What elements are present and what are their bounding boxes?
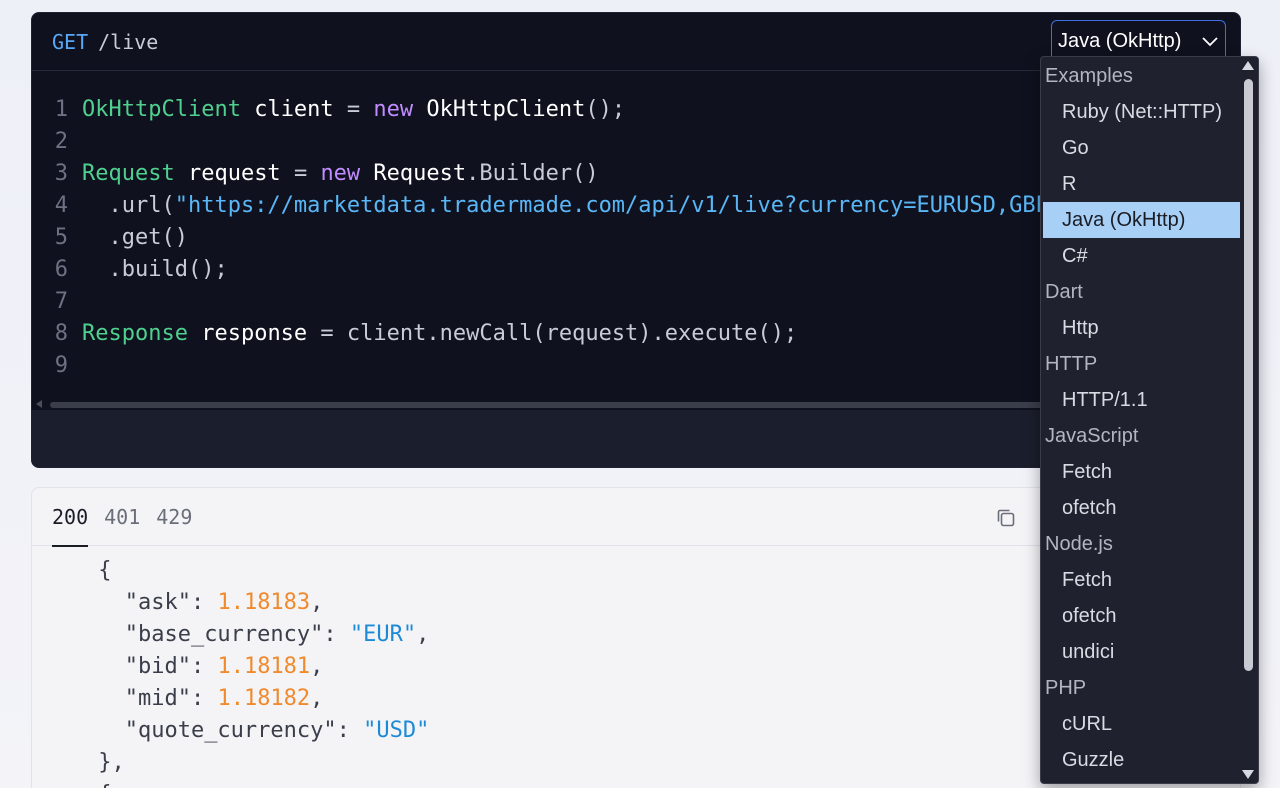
option-ofetch[interactable]: ofetch xyxy=(1041,598,1240,634)
code-token: = xyxy=(346,96,374,122)
option-group-examples: Examples xyxy=(1045,65,1133,87)
option-guzzle[interactable]: Guzzle xyxy=(1041,742,1240,778)
code-token: .Builder() xyxy=(466,160,599,186)
json-token: 1.18183 xyxy=(217,589,311,615)
json-token: "EUR" xyxy=(349,621,417,647)
line-number: 4 xyxy=(54,192,68,218)
json-token: : xyxy=(323,621,350,647)
option-group-http: HTTP xyxy=(1045,353,1098,375)
copy-icon[interactable] xyxy=(994,506,1018,530)
json-token: : xyxy=(190,653,218,679)
scroll-left-icon[interactable] xyxy=(36,400,42,408)
option-ofetch[interactable]: ofetch xyxy=(1041,490,1240,526)
http-method: GET xyxy=(52,29,89,54)
json-token: "mid" xyxy=(124,685,191,711)
line-number: 2 xyxy=(54,128,68,154)
line-number: 5 xyxy=(54,224,68,250)
language-select-value: Java (OkHttp) xyxy=(1058,29,1182,52)
json-token: "USD" xyxy=(363,717,430,743)
option-fetch[interactable]: Fetch xyxy=(1041,454,1240,490)
option-r[interactable]: R xyxy=(1041,166,1240,202)
scroll-up-icon[interactable] xyxy=(1242,61,1254,70)
line-number: 9 xyxy=(54,352,68,378)
json-token: { xyxy=(98,782,111,788)
code-token: .build(); xyxy=(82,256,228,282)
code-token: new xyxy=(373,96,414,122)
code-token: OkHttpClient xyxy=(82,96,241,122)
json-token: : xyxy=(190,685,218,711)
language-dropdown-list[interactable]: ExamplesRuby (Net::HTTP) Go R Java (OkHttp)… xyxy=(1040,56,1259,784)
line-number: 1 xyxy=(54,96,68,122)
horizontal-scrollbar[interactable] xyxy=(36,399,1056,409)
json-token: , xyxy=(310,653,324,679)
option-undici[interactable]: undici xyxy=(1041,634,1240,670)
option-go[interactable]: Go xyxy=(1041,130,1240,166)
line-number: 8 xyxy=(54,320,68,346)
line-number: 3 xyxy=(54,160,68,186)
option-http-1-1[interactable]: HTTP/1.1 xyxy=(1041,382,1240,418)
json-token: "base_currency" xyxy=(124,621,324,647)
vertical-scrollbar-thumb[interactable] xyxy=(1244,79,1253,671)
tab-status-401[interactable]: 401 xyxy=(104,488,140,546)
code-token: (); xyxy=(585,96,626,122)
chevron-down-icon xyxy=(1202,37,1218,47)
option-group-php: PHP xyxy=(1045,677,1087,699)
json-token: { xyxy=(98,557,112,583)
json-token: "ask" xyxy=(124,589,191,615)
code-token: Request xyxy=(360,160,467,186)
json-token: }, xyxy=(98,749,125,775)
json-token: "quote_currency" xyxy=(124,717,337,743)
code-token: client xyxy=(240,96,347,122)
json-token: 1.18182 xyxy=(217,685,311,711)
option-java-okhttp[interactable]: Java (OkHttp) xyxy=(1043,202,1240,238)
option-group-node-js: Node.js xyxy=(1045,533,1113,555)
json-token: , xyxy=(310,685,324,711)
language-options: ExamplesRuby (Net::HTTP) Go R Java (OkHttp)… xyxy=(1041,58,1240,783)
json-token: 1.18181 xyxy=(217,653,311,679)
option-group-javascript: JavaScript xyxy=(1045,425,1139,447)
code-token: = client.newCall(request).execute(); xyxy=(320,320,798,346)
code-token: = xyxy=(293,160,321,186)
option-fetch[interactable]: Fetch xyxy=(1041,562,1240,598)
json-token: , xyxy=(310,589,324,615)
option-group-dart: Dart xyxy=(1045,281,1083,303)
option-http[interactable]: Http xyxy=(1041,310,1240,346)
code-token: Request xyxy=(82,160,175,186)
option-curl[interactable]: cURL xyxy=(1041,706,1240,742)
line-number: 6 xyxy=(54,256,68,282)
code-token: Response xyxy=(82,320,188,346)
code-token: .url( xyxy=(82,192,175,218)
tab-status-429[interactable]: 429 xyxy=(156,488,192,546)
code-token: .get() xyxy=(82,224,188,250)
scroll-down-icon[interactable] xyxy=(1242,770,1254,779)
horizontal-scrollbar-thumb[interactable] xyxy=(50,402,1056,408)
option-c[interactable]: C# xyxy=(1041,238,1240,274)
code-token: response xyxy=(187,320,321,346)
endpoint-path: /live xyxy=(98,29,159,54)
option-ruby-net-http[interactable]: Ruby (Net::HTTP) xyxy=(1041,94,1240,130)
code-token: OkHttpClient xyxy=(413,96,586,122)
line-number: 7 xyxy=(54,288,68,314)
json-token: : xyxy=(190,589,218,615)
option-group-python: Python xyxy=(1041,778,1240,783)
json-token: : xyxy=(336,717,364,743)
vertical-scrollbar[interactable] xyxy=(1240,57,1258,783)
tab-status-200[interactable]: 200 xyxy=(52,488,89,547)
json-token: "bid" xyxy=(124,653,191,679)
json-token: , xyxy=(416,621,430,647)
code-token: request xyxy=(174,160,294,186)
code-token: new xyxy=(320,160,361,186)
